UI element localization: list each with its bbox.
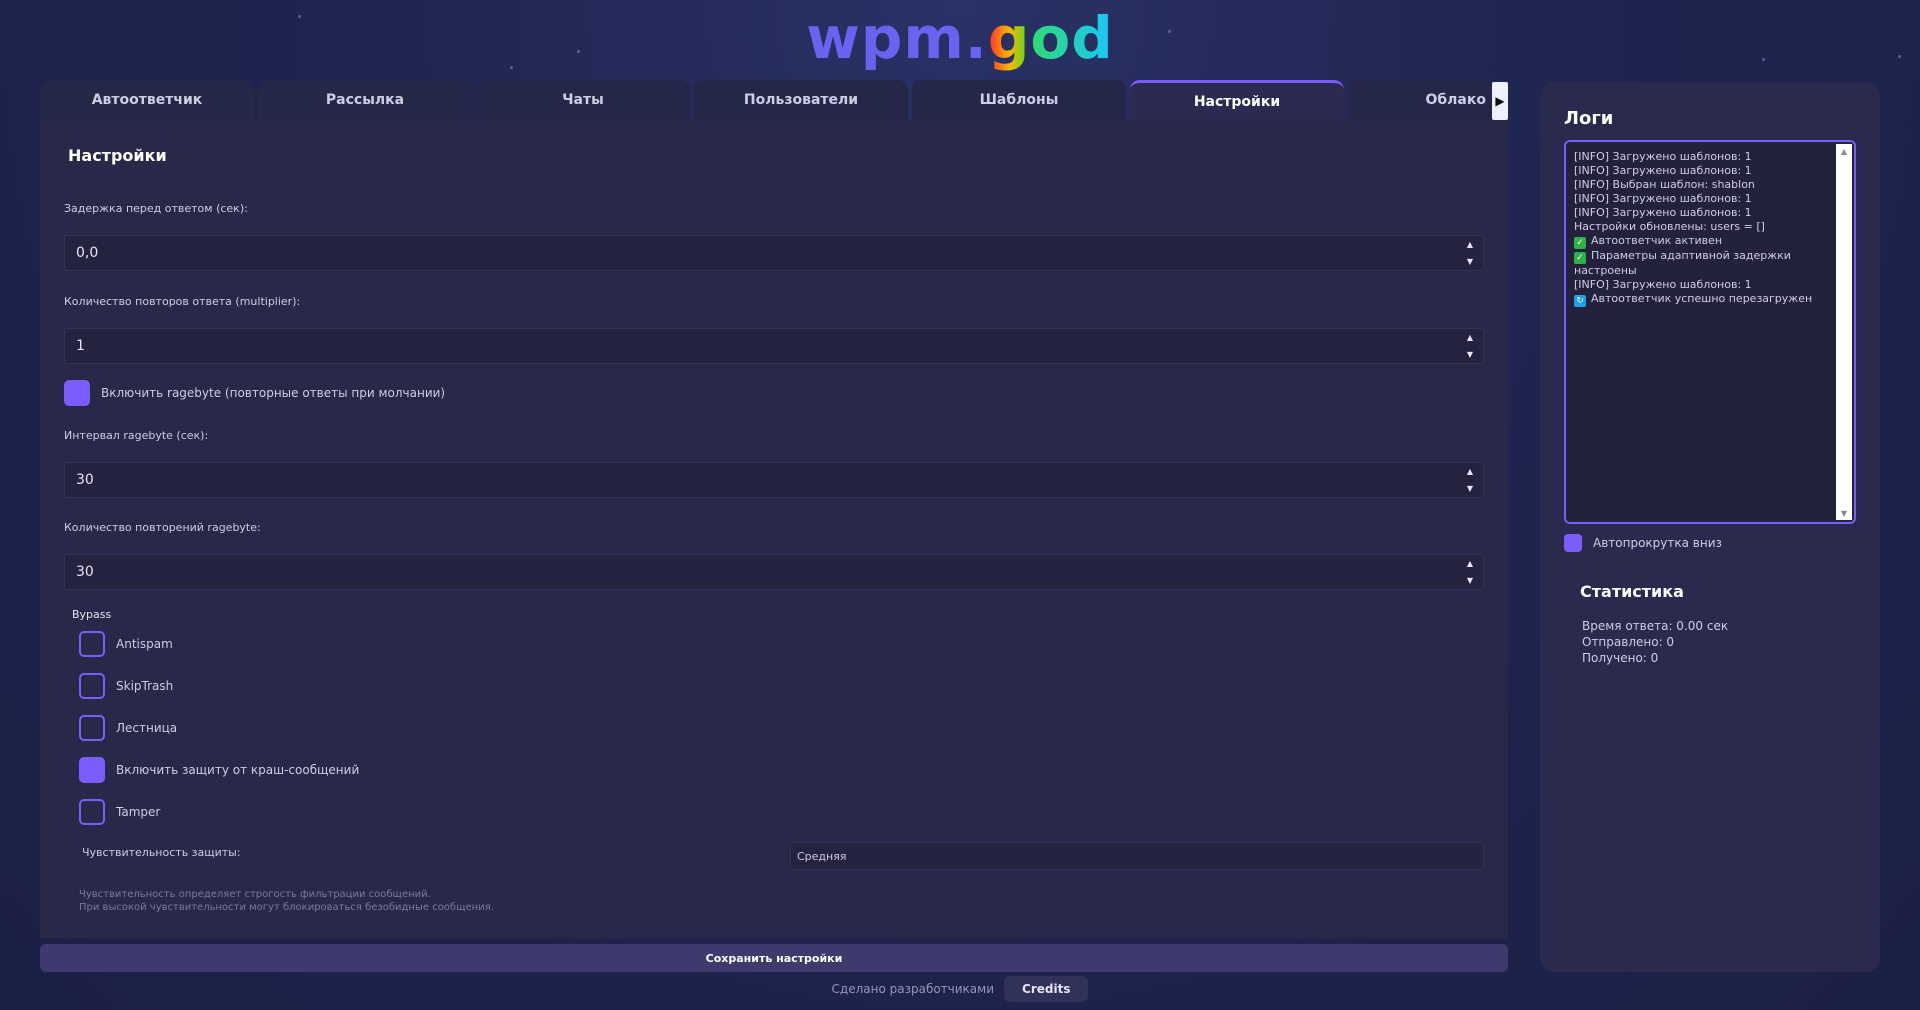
sensitivity-hint: Чувствительность определяет строгость фи… — [79, 888, 494, 914]
bypass-tamper-label: Tamper — [116, 805, 161, 819]
checkbox-box[interactable] — [79, 799, 105, 825]
decrement-arrow-icon[interactable]: ▼ — [1457, 346, 1483, 363]
sensitivity-label: Чувствительность защиты: — [82, 846, 241, 859]
log-line: ↻ Автоответчик успешно перезагружен — [1574, 292, 1830, 307]
increment-arrow-icon[interactable]: ▲ — [1457, 463, 1483, 480]
ragebyte-count-label: Количество повторений ragebyte: — [64, 521, 261, 534]
ragebyte-interval-spinbox[interactable]: 30 ▲ ▼ — [64, 462, 1484, 498]
log-line: ✓ Параметры адаптивной задержки настроены — [1574, 249, 1830, 278]
footer: Сделано разработчиками Credits — [0, 976, 1920, 1002]
logs-panel: Логи [INFO] Загружено шаблонов: 1 [INFO]… — [1540, 82, 1880, 972]
crash-protection-checkbox[interactable]: Включить защиту от краш-сообщений — [79, 757, 359, 783]
app-logo: wpm.god — [0, 4, 1920, 72]
tab-chats[interactable]: Чаты — [476, 80, 690, 120]
decrement-arrow-icon[interactable]: ▼ — [1457, 480, 1483, 497]
log-line: [INFO] Выбран шаблон: shablon — [1574, 178, 1755, 191]
bypass-tamper-checkbox[interactable]: Tamper — [79, 799, 160, 825]
checkbox-box[interactable] — [79, 715, 105, 741]
bypass-skiptrash-label: SkipTrash — [116, 679, 174, 693]
sensitivity-value: Средняя — [797, 849, 847, 863]
bypass-skiptrash-checkbox[interactable]: SkipTrash — [79, 673, 173, 699]
autoscroll-checkbox[interactable]: Автопрокрутка вниз — [1564, 534, 1722, 552]
decrement-arrow-icon[interactable]: ▼ — [1457, 253, 1483, 270]
hint-line: Чувствительность определяет строгость фи… — [79, 889, 431, 900]
ragebyte-count-spinbox[interactable]: 30 ▲ ▼ — [64, 554, 1484, 590]
log-line: [INFO] Загружено шаблонов: 1 — [1574, 206, 1752, 219]
increment-arrow-icon[interactable]: ▲ — [1457, 236, 1483, 253]
log-scrollbar[interactable]: ▲ ▼ — [1836, 144, 1852, 520]
log-text: Автоответчик успешно перезагружен — [1591, 292, 1813, 305]
tab-cloud[interactable]: Облако — [1348, 80, 1498, 120]
log-output[interactable]: [INFO] Загружено шаблонов: 1 [INFO] Загр… — [1564, 140, 1856, 524]
bypass-ladder-checkbox[interactable]: Лестница — [79, 715, 177, 741]
delay-value: 0,0 — [76, 245, 99, 261]
check-icon: ✓ — [1574, 252, 1586, 264]
checkbox-box[interactable] — [64, 380, 90, 406]
log-text: Параметры адаптивной задержки настроены — [1574, 249, 1791, 277]
log-text: Автоответчик активен — [1591, 234, 1723, 247]
bypass-antispam-label: Antispam — [116, 637, 173, 651]
save-settings-button[interactable]: Сохранить настройки — [40, 944, 1508, 972]
crash-protection-label: Включить защиту от краш-сообщений — [116, 763, 360, 777]
log-line: [INFO] Загружено шаблонов: 1 — [1574, 278, 1752, 291]
checkbox-box[interactable] — [79, 631, 105, 657]
checkbox-box[interactable] — [79, 673, 105, 699]
tab-mailing[interactable]: Рассылка — [258, 80, 472, 120]
bypass-antispam-checkbox[interactable]: Antispam — [79, 631, 173, 657]
bypass-title: Bypass — [72, 608, 112, 621]
hint-line: При высокой чувствительности могут блоки… — [79, 902, 494, 913]
stat-sent: Отправлено: 0 — [1582, 635, 1675, 649]
logo-text: od — [1030, 4, 1114, 72]
tab-scroll-right-button[interactable]: ▶ — [1492, 82, 1508, 120]
sensitivity-select[interactable]: Средняя — [790, 842, 1484, 870]
stat-response-time: Время ответа: 0.00 сек — [1582, 619, 1729, 633]
credits-button[interactable]: Credits — [1004, 976, 1089, 1002]
bypass-ladder-label: Лестница — [116, 721, 178, 735]
delay-spinbox[interactable]: 0,0 ▲ ▼ — [64, 235, 1484, 271]
stats-title: Статистика — [1580, 582, 1684, 601]
tab-templates[interactable]: Шаблоны — [912, 80, 1126, 120]
logo-text: g — [987, 4, 1031, 72]
scroll-up-icon[interactable]: ▲ — [1836, 144, 1852, 158]
made-by-text: Сделано разработчиками — [831, 982, 995, 996]
log-line: [INFO] Загружено шаблонов: 1 — [1574, 150, 1752, 163]
stat-received: Получено: 0 — [1582, 651, 1659, 665]
delay-label: Задержка перед ответом (сек): — [64, 202, 248, 215]
section-title: Настройки — [68, 146, 167, 165]
chevron-right-icon: ▶ — [1495, 94, 1505, 108]
increment-arrow-icon[interactable]: ▲ — [1457, 329, 1483, 346]
increment-arrow-icon[interactable]: ▲ — [1457, 555, 1483, 572]
logs-title: Логи — [1564, 108, 1614, 129]
multiplier-value: 1 — [76, 338, 85, 354]
tab-bar: Автоответчик Рассылка Чаты Пользователи … — [40, 80, 1508, 120]
log-line: ✓ Автоответчик активен — [1574, 234, 1830, 249]
ragebyte-enable-label: Включить ragebyte (повторные ответы при … — [101, 386, 446, 400]
decrement-arrow-icon[interactable]: ▼ — [1457, 572, 1483, 589]
ragebyte-count-value: 30 — [76, 564, 94, 580]
checkbox-box[interactable] — [1564, 534, 1582, 552]
checkbox-box[interactable] — [79, 757, 105, 783]
tab-autoresponder[interactable]: Автоответчик — [40, 80, 254, 120]
ragebyte-interval-value: 30 — [76, 472, 94, 488]
scroll-down-icon[interactable]: ▼ — [1836, 506, 1852, 520]
ragebyte-enable-checkbox[interactable]: Включить ragebyte (повторные ответы при … — [64, 380, 445, 406]
tab-settings[interactable]: Настройки — [1130, 80, 1344, 120]
multiplier-spinbox[interactable]: 1 ▲ ▼ — [64, 328, 1484, 364]
reload-icon: ↻ — [1574, 295, 1586, 307]
log-line: [INFO] Загружено шаблонов: 1 — [1574, 192, 1752, 205]
stats-block: Время ответа: 0.00 сек Отправлено: 0 Пол… — [1582, 618, 1728, 666]
log-line: Настройки обновлены: users = [] — [1574, 220, 1765, 233]
tab-users[interactable]: Пользователи — [694, 80, 908, 120]
multiplier-label: Количество повторов ответа (multiplier): — [64, 295, 301, 308]
autoscroll-label: Автопрокрутка вниз — [1593, 536, 1722, 550]
log-line: [INFO] Загружено шаблонов: 1 — [1574, 164, 1752, 177]
check-icon: ✓ — [1574, 237, 1586, 249]
logo-text: wpm. — [806, 4, 988, 72]
ragebyte-interval-label: Интервал ragebyte (сек): — [64, 429, 209, 442]
settings-panel: Настройки Задержка перед ответом (сек): … — [40, 120, 1508, 938]
